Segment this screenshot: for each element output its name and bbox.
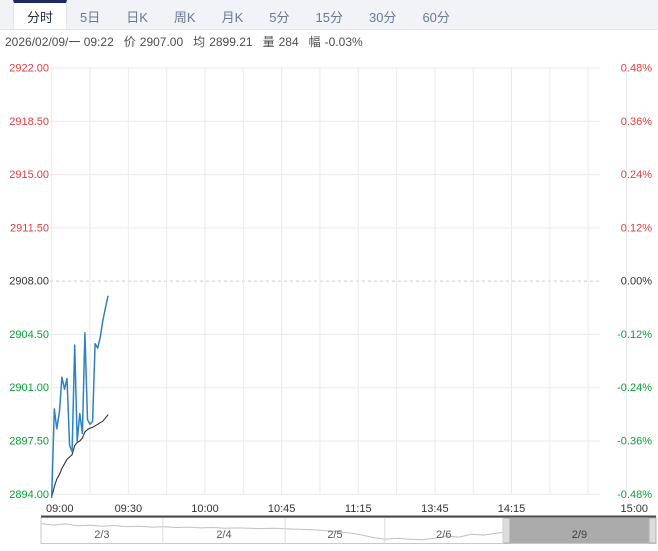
y-axis-label-right: 0.12% — [621, 222, 652, 234]
futures-chart-window: 分时 5日 日K 周K 月K 5分 15分 30分 60分 2026/02/09/一 09:22… — [0, 0, 658, 546]
y-axis-label-right: 0.24% — [621, 169, 652, 181]
y-axis-label-right: 0.48% — [621, 63, 652, 75]
x-axis-label: 14:15 — [498, 503, 526, 515]
y-axis-label-left: 2894.00 — [9, 489, 49, 501]
grid — [50, 67, 627, 495]
quote-infobar: 2026/02/09/一 09:22 价 2907.00 均 2899.21 量 28… — [0, 30, 658, 52]
period-tab-1[interactable]: 分时 — [13, 0, 68, 29]
chg-value: -0.03% — [324, 34, 363, 49]
y-axis-label-right: -0.12% — [617, 329, 652, 341]
y-axis-label-left: 2908.00 — [9, 276, 49, 288]
y-axis-label-right: 0.00% — [621, 276, 652, 288]
navigator-date-label: 2/3 — [94, 529, 109, 541]
quote-average: 均 2899.21 — [193, 33, 252, 50]
x-axis-label: 10:00 — [191, 503, 219, 515]
y-axis-label-right: 0.36% — [621, 116, 652, 128]
average-line — [51, 414, 109, 498]
vol-label: 量 — [262, 34, 275, 49]
x-axis-label: 09:30 — [115, 503, 143, 515]
navigator-date-label: 2/6 — [436, 529, 451, 541]
x-axis-label: 09:00 — [46, 503, 74, 515]
y-axis-label-left: 2911.50 — [10, 222, 49, 234]
period-tab-6[interactable]: 5分 — [256, 0, 302, 29]
y-axis-label-left: 2901.00 — [9, 382, 49, 394]
x-axis-label: 15:00 — [620, 503, 648, 515]
price-value: 2907.00 — [139, 34, 184, 49]
x-axis-labels: 09:00 09:30 10:00 10:45 11:15 13:45 14:15 15:00 — [46, 503, 648, 515]
navigator-date-label: 2/9 — [572, 529, 587, 541]
chart-area: 2922.00 2918.50 2915.00 2911.50 2908.00 2904.… — [0, 52, 658, 546]
y-axis-label-left: 2915.00 — [9, 169, 49, 181]
navigator-date-label: 2/4 — [216, 529, 231, 541]
period-tab-9[interactable]: 60分 — [409, 0, 462, 29]
avg-label: 均 — [193, 34, 206, 49]
period-tab-8[interactable]: 30分 — [356, 0, 409, 29]
intraday-chart: 2922.00 2918.50 2915.00 2911.50 2908.00 2904.… — [9, 63, 657, 544]
chg-label: 幅 — [308, 34, 321, 49]
period-tab-2[interactable]: 5日 — [67, 0, 113, 29]
price-label: 价 — [123, 34, 136, 49]
period-tab-4[interactable]: 周K — [161, 0, 209, 29]
y-axis-label-right: -0.48% — [617, 489, 652, 501]
date-navigator: 2/3 2/4 2/5 2/6 2/9 — [40, 515, 657, 544]
avg-value: 2899.21 — [209, 34, 253, 49]
y-axis-label-right: -0.36% — [617, 436, 652, 448]
x-axis-label: 11:15 — [345, 503, 372, 515]
period-tabbar: 分时 5日 日K 周K 月K 5分 15分 30分 60分 — [0, 0, 658, 30]
y-axis-label-left: 2918.50 — [9, 116, 49, 128]
quote-change: 幅 -0.03% — [309, 33, 363, 50]
y-axis-label-left: 2897.50 — [9, 436, 49, 448]
vol-value: 284 — [278, 34, 299, 49]
period-tab-7[interactable]: 15分 — [303, 0, 356, 29]
y-axis-right-labels: 0.48% 0.36% 0.24% 0.12% 0.00% -0.12% -0.24% -0.… — [617, 63, 652, 501]
y-axis-label-left: 2922.00 — [9, 63, 49, 75]
x-axis-label: 10:45 — [268, 503, 296, 515]
navigator-date-label: 2/5 — [327, 529, 342, 541]
period-tab-5[interactable]: 月K — [209, 0, 257, 29]
y-axis-left-labels: 2922.00 2918.50 2915.00 2911.50 2908.00 2904.… — [9, 63, 49, 501]
period-tab-3[interactable]: 日K — [113, 0, 161, 29]
y-axis-label-left: 2904.50 — [9, 329, 49, 341]
quote-datetime: 2026/02/09/一 09:22 — [5, 34, 114, 49]
price-line — [50, 295, 109, 499]
quote-volume: 量 284 — [263, 33, 299, 50]
x-axis-label: 13:45 — [421, 503, 449, 515]
y-axis-label-right: -0.24% — [617, 382, 652, 394]
quote-price: 价 2907.00 — [124, 33, 183, 50]
